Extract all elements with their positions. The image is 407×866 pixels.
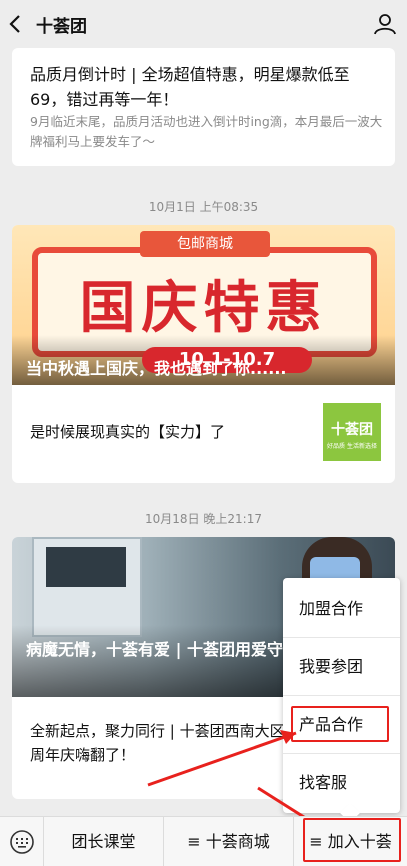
menu-item-customer-service[interactable]: 找客服 (283, 754, 400, 812)
sub-article-title[interactable]: 是时候展现真实的【实力】了 (30, 421, 225, 442)
article-cover-image: 包邮商城 国庆特惠 10.1-10.7 当中秋遇上国庆，我也遇到了你...... (12, 225, 395, 385)
user-profile-icon[interactable] (373, 12, 397, 36)
banner-tag: 包邮商城 (140, 231, 270, 257)
keyboard-toggle[interactable] (0, 817, 44, 866)
article-card[interactable]: 包邮商城 国庆特惠 10.1-10.7 当中秋遇上国庆，我也遇到了你......… (12, 225, 395, 483)
highlight-box (303, 818, 401, 862)
machine-screen (46, 547, 126, 587)
logo-name: 十荟团 (331, 422, 373, 438)
keyboard-icon (10, 830, 34, 854)
article-title: 品质月倒计时 | 全场超值特惠，明星爆款低至69，错过再等一年！ (30, 65, 350, 109)
back-button[interactable] (0, 0, 36, 48)
brand-logo: 十荟团 好品质 生活新选择 (323, 403, 381, 461)
article-summary: 9月临近末尾，品质月活动也进入倒计时ing滴，本月最后一波大牌福利马上要发车了～ (30, 114, 383, 149)
menu-tab-leader-class[interactable]: 团长课堂 (44, 817, 164, 866)
message-timestamp: 10月18日 晚上21:17 (145, 512, 262, 526)
message-timestamp: 10月1日 上午08:35 (148, 200, 259, 214)
logo-slogan: 好品质 生活新选择 (327, 443, 377, 450)
menu-popup: 加盟合作 我要参团 产品合作 找客服 (283, 578, 400, 823)
menu-item-join-partner[interactable]: 加盟合作 (283, 580, 400, 638)
highlight-box (291, 706, 389, 742)
top-bar: 十荟团 (0, 0, 407, 48)
menu-item-join-group[interactable]: 我要参团 (283, 638, 400, 696)
chevron-left-icon (9, 15, 20, 33)
page-title: 十荟团 (36, 16, 87, 37)
menu-tab-mall[interactable]: ≡ 十荟商城 (164, 817, 294, 866)
wechat-official-account-page: 十荟团 品质月倒计时 | 全场超值特惠，明星爆款低至69，错过再等一年！ 9月临… (0, 0, 407, 866)
article-title: 当中秋遇上国庆，我也遇到了你...... (26, 359, 287, 378)
article-card[interactable]: 品质月倒计时 | 全场超值特惠，明星爆款低至69，错过再等一年！ 9月临近末尾，… (12, 48, 395, 166)
sub-article-title[interactable]: 全新起点，聚力同行 | 十荟团西南大区周年庆嗨翻了！ (30, 719, 290, 767)
banner-headline: 国庆特惠 (79, 276, 328, 341)
